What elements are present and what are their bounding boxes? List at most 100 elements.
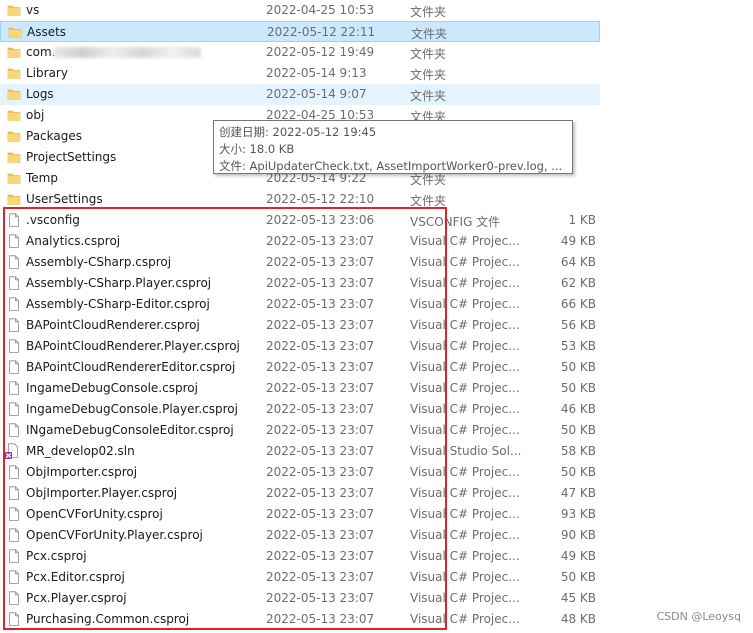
item-name: OpenCVForUnity.csproj (26, 507, 163, 521)
item-name: Temp (26, 171, 58, 185)
tooltip-created-date: 创建日期: 2022-05-12 19:45 (219, 125, 377, 139)
folder-icon (7, 108, 21, 122)
file-row[interactable]: INgameDebugConsoleEditor.csproj 2022-05-1… (0, 420, 600, 441)
item-type: 文件夹 (410, 89, 447, 103)
item-name: BAPointCloudRenderer.csproj (26, 318, 200, 332)
item-type: Visual C# Projec... (410, 465, 520, 479)
item-date: 2022-05-13 23:07 (266, 570, 375, 584)
item-name: Pcx.csproj (26, 549, 87, 563)
item-date: 2022-05-13 23:07 (266, 423, 375, 437)
item-date: 2022-05-13 23:07 (266, 591, 375, 605)
item-date: 2022-04-25 10:53 (266, 3, 375, 17)
item-date: 2022-05-12 22:11 (267, 25, 376, 39)
file-icon (7, 213, 21, 227)
solution-file-icon (5, 443, 19, 459)
item-size: 93 KB (560, 507, 596, 521)
file-icon (7, 402, 21, 416)
file-icon (7, 528, 21, 542)
folder-icon (7, 87, 21, 101)
item-name: Pcx.Player.csproj (26, 591, 127, 605)
file-row[interactable]: BAPointCloudRenderer.csproj 2022-05-13 23… (0, 315, 600, 336)
file-row[interactable]: OpenCVForUnity.csproj 2022-05-13 23:07 Vis… (0, 504, 600, 525)
folder-row[interactable]: UserSettings 2022-05-12 22:10 文件夹 (0, 189, 600, 210)
item-size: 58 KB (560, 444, 596, 458)
item-type: Visual C# Projec... (410, 318, 520, 332)
item-name: UserSettings (26, 192, 103, 206)
file-row[interactable]: IngameDebugConsole.csproj 2022-05-13 23:0… (0, 378, 600, 399)
folder-row[interactable]: com. 2022-05-12 19:49 文件夹 (0, 42, 600, 63)
file-row[interactable]: Pcx.Editor.csproj 2022-05-13 23:07 Visual … (0, 567, 600, 588)
item-size: 53 KB (560, 339, 596, 353)
item-type: Visual Studio Sol... (410, 444, 522, 458)
folder-row[interactable]: Assets 2022-05-12 22:11 文件夹 (0, 21, 600, 42)
file-row[interactable]: .vsconfig 2022-05-13 23:06 VSCONFIG 文件 1 KB (0, 210, 600, 231)
item-date: 2022-05-13 23:07 (266, 486, 375, 500)
item-date: 2022-05-13 23:07 (266, 318, 375, 332)
file-row[interactable]: Assembly-CSharp.Player.csproj 2022-05-13 … (0, 273, 600, 294)
item-size: 50 KB (560, 360, 596, 374)
item-name: BAPointCloudRendererEditor.csproj (26, 360, 236, 374)
item-size: 49 KB (560, 549, 596, 563)
folder-icon (7, 129, 21, 143)
folder-icon (8, 25, 22, 39)
item-name: Purchasing.Common.csproj (26, 612, 190, 626)
file-row[interactable]: Pcx.Player.csproj 2022-05-13 23:07 Visual … (0, 588, 600, 609)
file-row[interactable]: BAPointCloudRenderer.Player.csproj 2022-0… (0, 336, 600, 357)
item-type: Visual C# Projec... (410, 591, 520, 605)
item-name: ProjectSettings (26, 150, 117, 164)
item-date: 2022-05-14 9:13 (266, 66, 367, 80)
item-name: .vsconfig (26, 213, 80, 227)
file-icon (7, 423, 21, 437)
item-type: 文件夹 (410, 68, 447, 82)
item-size: 50 KB (560, 465, 596, 479)
item-size: 48 KB (560, 612, 596, 626)
file-row[interactable]: Assembly-CSharp.csproj 2022-05-13 23:07 Vi… (0, 252, 600, 273)
item-date: 2022-05-13 23:07 (266, 528, 375, 542)
item-name: OpenCVForUnity.Player.csproj (26, 528, 203, 542)
file-icon (7, 507, 21, 521)
file-icon (7, 297, 21, 311)
item-date: 2022-05-13 23:07 (266, 297, 375, 311)
folder-icon (7, 66, 21, 80)
file-row[interactable]: Pcx.csproj 2022-05-13 23:07 Visual C# Proj… (0, 546, 600, 567)
folder-icon (7, 192, 21, 206)
watermark: CSDN @Leoysq (656, 610, 741, 623)
item-size: 56 KB (560, 318, 596, 332)
folder-icon (7, 45, 21, 59)
item-name: vs (26, 3, 40, 17)
item-name: Assembly-CSharp.csproj (26, 255, 172, 269)
folder-row[interactable]: vs 2022-04-25 10:53 文件夹 (0, 0, 600, 21)
item-name: INgameDebugConsoleEditor.csproj (26, 423, 234, 437)
item-name: Assembly-CSharp.Player.csproj (26, 276, 212, 290)
item-size: 1 KB (568, 213, 596, 227)
item-name: Analytics.csproj (26, 234, 121, 248)
file-row[interactable]: OpenCVForUnity.Player.csproj 2022-05-13 2… (0, 525, 600, 546)
tooltip-size: 大小: 18.0 KB (219, 142, 295, 156)
file-row[interactable]: IngameDebugConsole.Player.csproj 2022-05-… (0, 399, 600, 420)
file-row[interactable]: MR_develop02.sln 2022-05-13 23:07 Visual S… (0, 441, 600, 462)
file-row[interactable]: BAPointCloudRendererEditor.csproj 2022-05… (0, 357, 600, 378)
file-icon (7, 339, 21, 353)
item-type: 文件夹 (411, 27, 448, 41)
item-name: ObjImporter.csproj (26, 465, 138, 479)
item-type: Visual C# Projec... (410, 507, 520, 521)
folder-row[interactable]: Library 2022-05-14 9:13 文件夹 (0, 63, 600, 84)
file-row[interactable]: Purchasing.Common.csproj 2022-05-13 23:07… (0, 609, 600, 630)
file-row[interactable]: ObjImporter.Player.csproj 2022-05-13 23:0… (0, 483, 600, 504)
item-size: 62 KB (560, 276, 596, 290)
file-row[interactable]: ObjImporter.csproj 2022-05-13 23:07 Visual… (0, 462, 600, 483)
item-type: Visual C# Projec... (410, 528, 520, 542)
folder-icon (7, 171, 21, 185)
file-row[interactable]: Analytics.csproj 2022-05-13 23:07 Visual C… (0, 231, 600, 252)
folder-icon (7, 150, 21, 164)
item-size: 50 KB (560, 423, 596, 437)
item-size: 64 KB (560, 255, 596, 269)
item-date: 2022-05-13 23:07 (266, 381, 375, 395)
item-type: Visual C# Projec... (410, 402, 520, 416)
item-name: com. (26, 45, 202, 59)
item-date: 2022-05-13 23:07 (266, 507, 375, 521)
item-size: 46 KB (560, 402, 596, 416)
file-icon (7, 591, 21, 605)
file-row[interactable]: Assembly-CSharp-Editor.csproj 2022-05-13 … (0, 294, 600, 315)
folder-row[interactable]: Logs 2022-05-14 9:07 文件夹 (0, 84, 600, 105)
